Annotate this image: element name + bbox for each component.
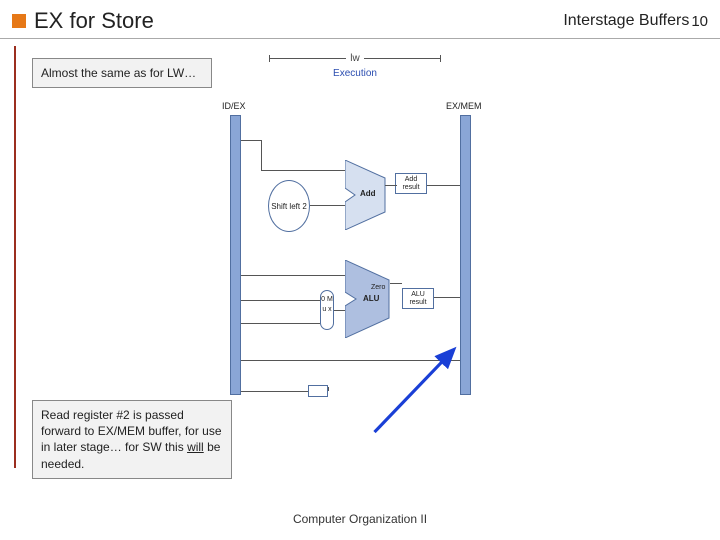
stage-label-block: lw Execution [270,53,440,79]
stage-name: Execution [270,68,440,79]
header-bullet [12,14,26,28]
slide-subtitle: Interstage Buffers [563,12,689,30]
stage-top-small: lw [350,53,359,64]
alu-result-box: ALU result [402,288,434,309]
wire [261,140,262,170]
wire [241,140,261,141]
wire [261,170,345,171]
note-bottom-will: will [187,440,204,454]
slide-title: EX for Store [34,8,563,34]
slide-number: 10 [691,13,708,30]
wire [241,300,320,301]
slide-header: EX for Store Interstage Buffers 10 [0,0,720,39]
buffer-ex-mem [460,115,471,395]
left-vertical-rule [14,46,16,468]
note-top: Almost the same as for LW… [32,58,212,88]
wire [390,283,402,284]
alu: ALU Zero [345,260,400,338]
alu-label: ALU [363,295,379,304]
buffer-id-ex-label: ID/EX [222,101,246,111]
alu-zero-label: Zero [371,284,385,292]
wire [241,360,460,361]
note-bottom: Read register #2 is passed forward to EX… [32,400,232,479]
adder: Add [345,160,395,230]
wire [241,275,345,276]
wire [434,297,460,298]
wire [241,323,320,324]
adder-label: Add [360,190,376,199]
buffer-ex-mem-label: EX/MEM [446,101,482,111]
adder-result-box: Add result [395,173,427,194]
shift-left-2: Shift left 2 [268,180,310,232]
buffer-id-ex [230,115,241,395]
wire [385,185,397,186]
wire [310,205,345,206]
wire [241,391,308,392]
small-connector [308,385,328,397]
pipeline-diagram: lw Execution ID/EX EX/MEM Shift left 2 A… [230,45,490,415]
mux: 0 M u x [320,290,334,330]
wire [328,387,329,391]
wire [334,310,345,311]
wire [427,185,460,186]
footer-text: Computer Organization II [0,512,720,526]
